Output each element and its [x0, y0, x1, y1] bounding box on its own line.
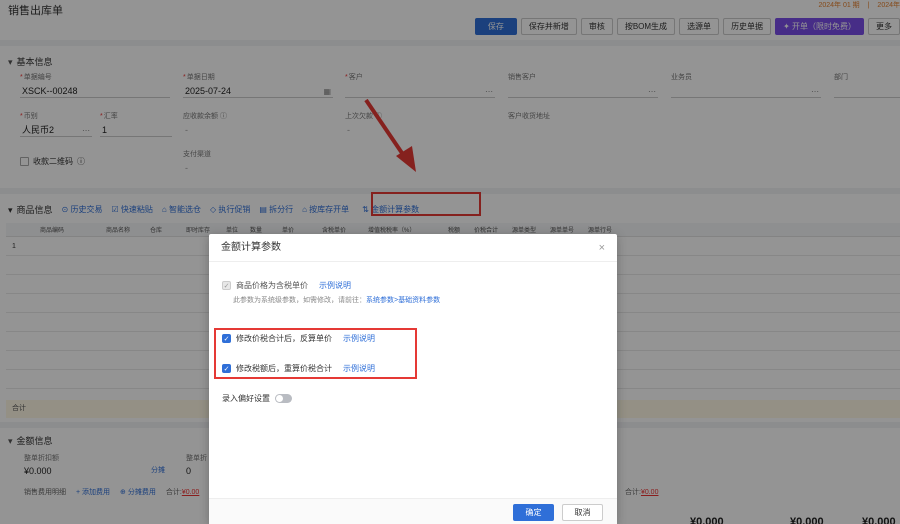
- entry-pref-label: 录入偏好设置: [222, 394, 270, 403]
- option-recalc-unit-price: ✓ 修改价税合计后，反算单价 示例说明: [222, 333, 375, 344]
- entry-pref-toggle[interactable]: [275, 394, 292, 403]
- option-tax-inclusive-price: ✓ 商品价格为含税单价 示例说明: [222, 280, 351, 291]
- dialog-footer: 确定 取消: [209, 498, 617, 524]
- example-link-3[interactable]: 示例说明: [343, 363, 375, 374]
- confirm-button[interactable]: 确定: [513, 504, 554, 521]
- recalc-unit-price-label: 修改价税合计后，反算单价: [236, 334, 332, 343]
- system-param-link[interactable]: 系统参数>基础资料参数: [366, 297, 440, 304]
- tax-inclusive-label: 商品价格为含税单价: [236, 281, 308, 290]
- cancel-button[interactable]: 取消: [562, 504, 603, 521]
- dialog-title: 金额计算参数: [221, 242, 281, 253]
- recalc-total-label: 修改税额后，重算价税合计: [236, 364, 332, 373]
- system-param-note: 此参数为系统级参数，如需修改，请前往：系统参数>基础资料参数: [233, 297, 441, 304]
- tax-inclusive-checkbox: ✓: [222, 281, 231, 290]
- option-recalc-total: ✓ 修改税额后，重算价税合计 示例说明: [222, 363, 375, 374]
- dialog-header: 金额计算参数 ×: [209, 234, 617, 262]
- close-icon[interactable]: ×: [599, 234, 605, 262]
- example-link-2[interactable]: 示例说明: [343, 333, 375, 344]
- entry-pref-row: 录入偏好设置: [222, 393, 292, 404]
- example-link-1[interactable]: 示例说明: [319, 280, 351, 291]
- recalc-total-checkbox[interactable]: ✓: [222, 364, 231, 373]
- recalc-unit-price-checkbox[interactable]: ✓: [222, 334, 231, 343]
- amount-params-dialog: 金额计算参数 × ✓ 商品价格为含税单价 示例说明 此参数为系统级参数，如需修改…: [209, 234, 617, 524]
